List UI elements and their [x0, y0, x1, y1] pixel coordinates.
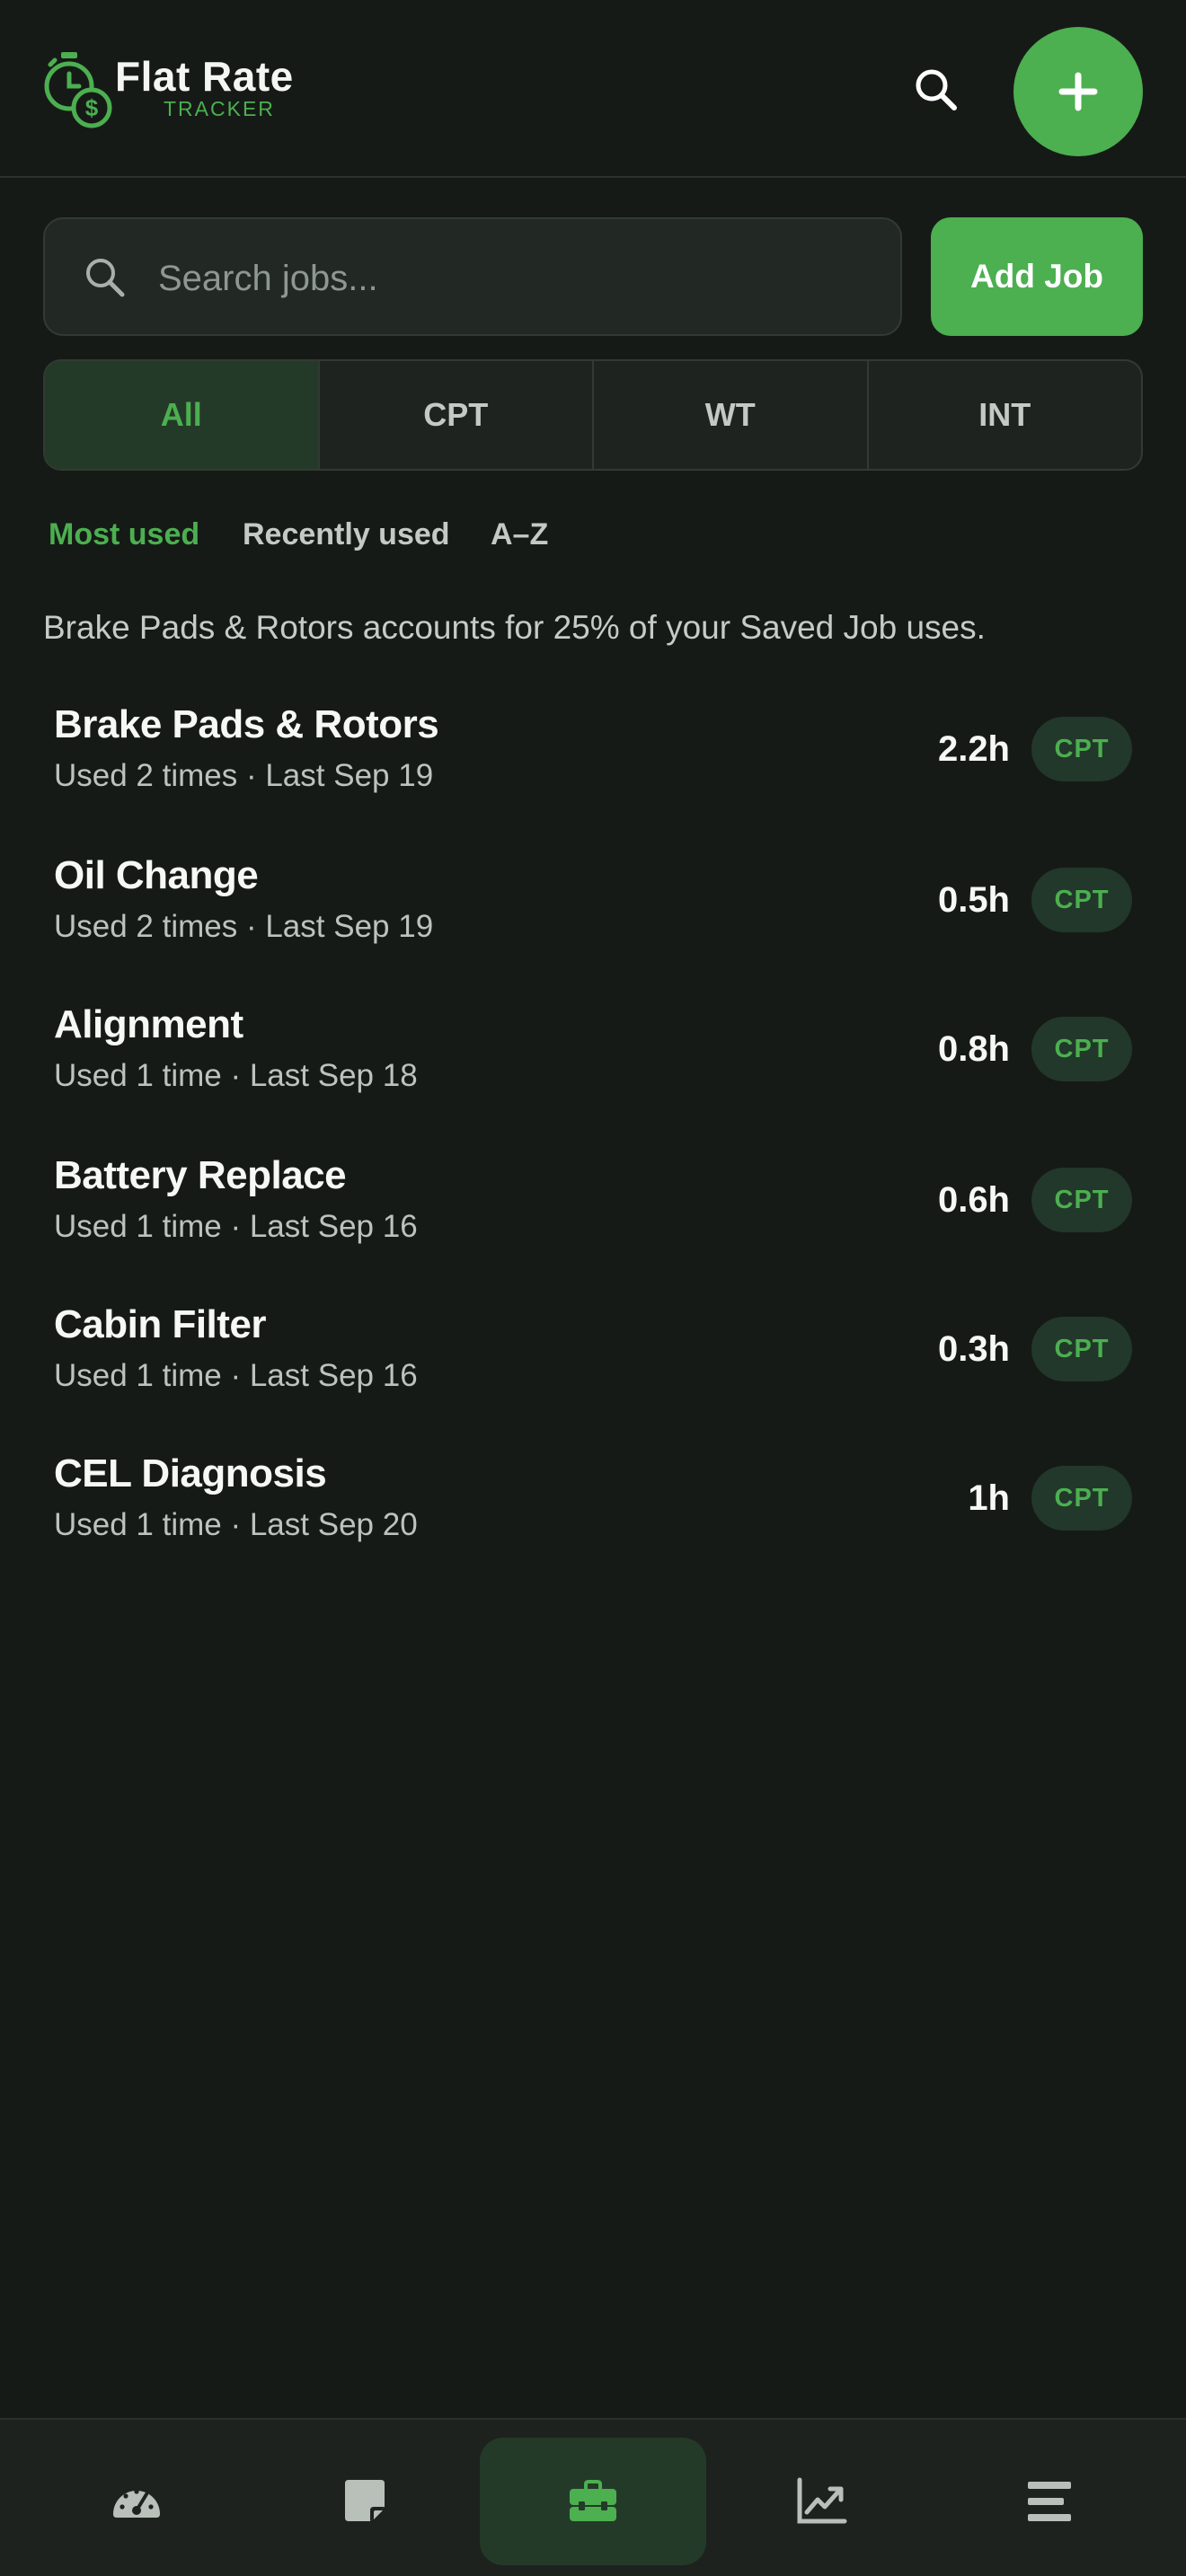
sort-most-used[interactable]: Most used	[49, 517, 199, 552]
job-name: CEL Diagnosis	[54, 1451, 327, 1495]
search-field[interactable]	[43, 217, 902, 336]
search-icon	[86, 259, 125, 297]
job-hours: 0.6h	[937, 1180, 1010, 1220]
job-name: Battery Replace	[54, 1153, 347, 1197]
add-job-button[interactable]: Add Job	[931, 217, 1143, 336]
sort-recently-used[interactable]: Recently used	[243, 517, 450, 552]
search-input[interactable]	[158, 243, 877, 314]
toolbox-icon	[570, 2480, 616, 2521]
job-usage: Used 1 time · Last Sep 16	[54, 1358, 418, 1393]
nav-reports[interactable]	[708, 2438, 934, 2565]
filter-wt[interactable]: WT	[594, 361, 869, 469]
job-hours: 0.5h	[937, 880, 1010, 920]
menu-icon	[1028, 2482, 1071, 2521]
type-filter: All CPT WT INT	[43, 359, 1143, 471]
job-name: Oil Change	[54, 853, 259, 897]
job-type-badge: CPT	[1031, 1168, 1132, 1232]
job-usage: Used 2 times · Last Sep 19	[54, 909, 434, 944]
nav-dashboard[interactable]	[23, 2438, 250, 2565]
job-name: Cabin Filter	[54, 1302, 267, 1346]
job-row[interactable]: Cabin Filter Used 1 time · Last Sep 16 0…	[54, 1302, 1132, 1428]
job-hours: 2.2h	[937, 729, 1010, 769]
stopwatch-dollar-icon: $	[44, 52, 112, 128]
job-hours: 0.8h	[937, 1029, 1010, 1069]
filter-cpt[interactable]: CPT	[320, 361, 594, 469]
app-title: Flat Rate	[115, 53, 294, 100]
job-row[interactable]: Brake Pads & Rotors Used 2 times · Last …	[54, 702, 1132, 828]
job-type-badge: CPT	[1031, 1317, 1132, 1381]
sort-a-z[interactable]: A–Z	[491, 517, 548, 552]
add-fab-button[interactable]	[1013, 27, 1143, 156]
nav-notes[interactable]	[252, 2438, 478, 2565]
job-usage: Used 2 times · Last Sep 19	[54, 758, 434, 793]
job-row[interactable]: CEL Diagnosis Used 1 time · Last Sep 20 …	[54, 1451, 1132, 1577]
job-usage: Used 1 time · Last Sep 18	[54, 1058, 418, 1093]
job-type-badge: CPT	[1031, 1017, 1132, 1081]
job-row[interactable]: Battery Replace Used 1 time · Last Sep 1…	[54, 1153, 1132, 1279]
bottom-nav	[0, 2418, 1186, 2576]
speedometer-icon	[113, 2489, 160, 2518]
app-header: $ Flat Rate TRACKER	[0, 0, 1186, 178]
job-name: Alignment	[54, 1002, 243, 1046]
filter-all[interactable]: All	[45, 361, 320, 469]
app-subtitle: TRACKER	[164, 97, 275, 120]
chart-icon	[797, 2477, 847, 2524]
nav-saved-jobs[interactable]	[480, 2438, 706, 2565]
job-type-badge: CPT	[1031, 717, 1132, 781]
job-hours: 1h	[968, 1478, 1010, 1518]
nav-menu[interactable]	[936, 2438, 1163, 2565]
job-usage: Used 1 time · Last Sep 16	[54, 1209, 418, 1244]
job-type-badge: CPT	[1031, 1466, 1132, 1531]
note-icon	[345, 2480, 385, 2521]
search-icon[interactable]	[913, 66, 960, 113]
job-name: Brake Pads & Rotors	[54, 702, 439, 746]
job-row[interactable]: Alignment Used 1 time · Last Sep 18 0.8h…	[54, 1002, 1132, 1128]
usage-insight: Brake Pads & Rotors accounts for 25% of …	[43, 609, 986, 646]
filter-int[interactable]: INT	[869, 361, 1142, 469]
job-hours: 0.3h	[937, 1329, 1010, 1369]
job-row[interactable]: Oil Change Used 2 times · Last Sep 19 0.…	[54, 853, 1132, 979]
plus-icon	[1058, 72, 1098, 111]
svg-text:$: $	[85, 94, 99, 121]
job-usage: Used 1 time · Last Sep 20	[54, 1507, 418, 1542]
job-type-badge: CPT	[1031, 868, 1132, 932]
